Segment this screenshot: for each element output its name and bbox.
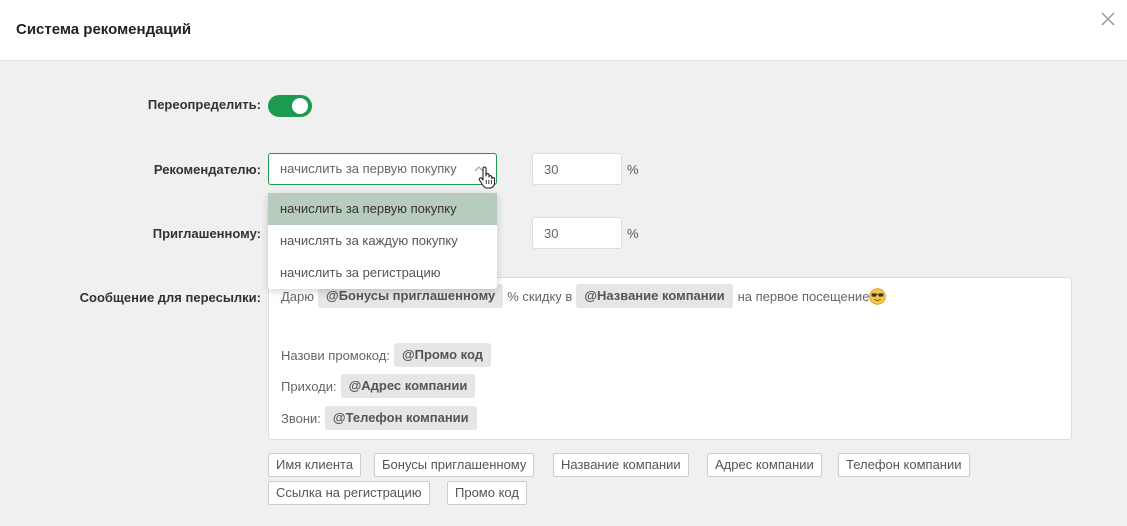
sunglasses-emoji-icon — [869, 287, 887, 305]
message-text: Приходи: — [281, 378, 337, 394]
message-text: на первое посещение — [737, 288, 870, 304]
dropdown-option-first-purchase[interactable]: начислить за первую покупку — [268, 193, 497, 225]
invited-percent-unit: % — [627, 226, 639, 241]
message-label: Сообщение для пересылки: — [79, 290, 261, 305]
message-textarea[interactable]: Дарю @Бонусы приглашенному % скидку в @Н… — [268, 277, 1072, 440]
chip-company-phone[interactable]: Телефон компании — [838, 453, 970, 477]
message-text: Звони: — [281, 410, 321, 426]
message-text: % скидку в — [507, 288, 573, 304]
toggle-knob — [292, 98, 308, 114]
chip-promo-code[interactable]: Промо код — [447, 481, 527, 505]
tag-company-address[interactable]: @Адрес компании — [340, 374, 476, 398]
message-line-2: Назови промокод: @Промо код — [281, 343, 495, 367]
chip-client-name[interactable]: Имя клиента — [268, 453, 362, 477]
referrer-select[interactable]: начислить за первую покупку — [268, 153, 497, 185]
referrer-percent-unit: % — [627, 162, 639, 177]
override-label: Переопределить: — [147, 97, 261, 112]
modal-title: Система рекомендаций — [16, 21, 192, 38]
message-line-4: Звони: @Телефон компании — [281, 406, 481, 430]
chip-invited-bonus[interactable]: Бонусы приглашенному — [374, 453, 535, 477]
tag-company-phone[interactable]: @Телефон компании — [324, 406, 477, 430]
override-toggle[interactable] — [268, 95, 312, 117]
referrer-label: Рекомендателю: — [153, 162, 261, 177]
chip-registration-link[interactable]: Ссылка на регистрацию — [268, 481, 430, 505]
invited-label: Приглашенному: — [152, 226, 261, 241]
message-text: Дарю — [281, 288, 315, 304]
message-text: Назови промокод: — [281, 347, 390, 363]
invited-percent-input[interactable] — [532, 217, 622, 249]
tag-promo-code[interactable]: @Промо код — [393, 343, 492, 367]
referrer-percent-input[interactable] — [532, 153, 622, 185]
message-line-3: Приходи: @Адрес компании — [281, 374, 479, 398]
close-icon[interactable] — [1099, 10, 1117, 28]
tag-company-name[interactable]: @Название компании — [576, 284, 733, 308]
chip-company-name[interactable]: Название компании — [553, 453, 689, 477]
hand-pointer-icon — [478, 166, 496, 189]
dropdown-option-each-purchase[interactable]: начислять за каждую покупку — [268, 225, 497, 257]
chip-company-address[interactable]: Адрес компании — [707, 453, 822, 477]
dropdown-option-registration[interactable]: начислить за регистрацию — [268, 257, 497, 289]
referrer-dropdown: начислить за первую покупку начислять за… — [268, 193, 497, 289]
modal-header: Система рекомендаций — [0, 0, 1127, 61]
